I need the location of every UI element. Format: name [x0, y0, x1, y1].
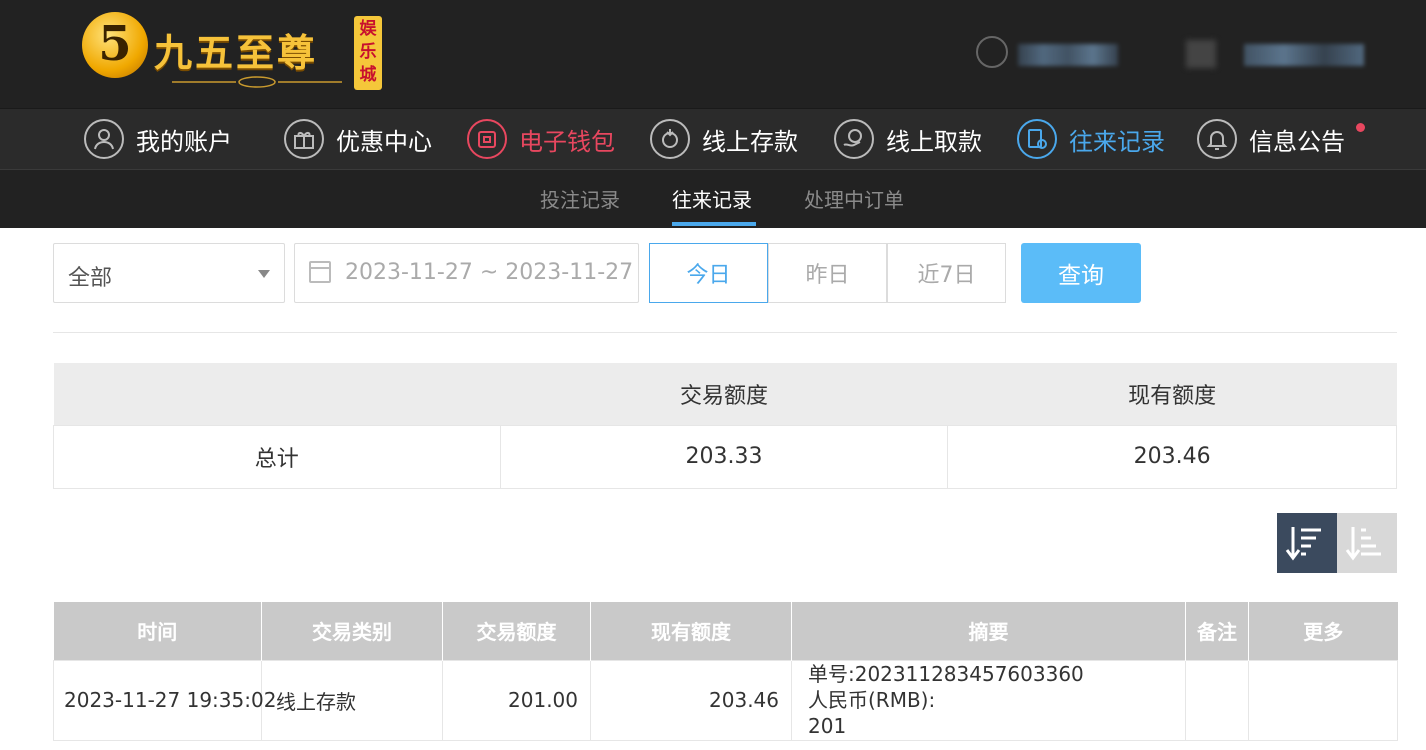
caret-down-icon [258, 270, 270, 278]
summary-table: 交易额度 现有额度 总计 203.33 203.46 [53, 363, 1397, 489]
nav-item-label: 往来记录 [1069, 127, 1165, 156]
logo-text: 九五至尊 [154, 30, 319, 75]
nav-item-promotions[interactable]: 优惠中心 [284, 117, 432, 161]
summary-current-balance: 203.46 [947, 424, 1397, 489]
blurred-avatar [1186, 40, 1216, 68]
wallet-icon [467, 119, 507, 159]
nav-item-my-account[interactable]: 我的账户 [84, 117, 232, 161]
calendar-icon [309, 261, 331, 283]
site-header: 5 九五至尊 娱乐城 [0, 0, 1426, 108]
deposit-icon [650, 119, 690, 159]
records-header-row: 时间 交易类别 交易额度 现有额度 摘要 备注 更多 [53, 602, 1398, 660]
sort-descending-button[interactable] [1277, 513, 1337, 573]
category-select-value: 全部 [68, 266, 113, 291]
sort-descending-icon [1285, 527, 1321, 561]
col-header-balance: 现有额度 [590, 602, 792, 660]
cell-balance: 203.46 [590, 659, 792, 741]
sort-ascending-icon [1345, 527, 1381, 561]
date-range-value: 2023-11-27 ~ 2023-11-27 [345, 260, 634, 285]
cell-note [1185, 659, 1249, 741]
gift-icon [284, 119, 324, 159]
logo-badge: 5 [82, 12, 148, 78]
nav-item-label: 线上取款 [886, 127, 982, 156]
col-header-time[interactable]: 时间 [53, 602, 262, 660]
subtab-transaction-records[interactable]: 往来记录 [672, 184, 752, 213]
cell-summary: 单号:202311283457603360 人民币(RMB): 201 [791, 659, 1186, 741]
user-info[interactable] [976, 36, 1366, 70]
summary-value: 201 [808, 714, 847, 738]
nav-item-e-wallet[interactable]: 电子钱包 [467, 117, 615, 161]
logo-badge-digit: 5 [98, 16, 132, 72]
sort-ascending-button[interactable] [1337, 513, 1397, 573]
summary-header-blank [53, 363, 501, 425]
nav-item-online-withdraw[interactable]: 线上取款 [834, 117, 982, 161]
blurred-balance [1244, 44, 1364, 66]
table-row: 2023-11-27 19:35:02 线上存款 201.00 203.46 单… [53, 659, 1398, 741]
col-header-more: 更多 [1248, 602, 1398, 660]
summary-label: 总计 [53, 424, 501, 489]
quick-yesterday-button[interactable]: 昨日 [768, 243, 887, 303]
notification-dot [1356, 123, 1365, 132]
quick-today-button[interactable]: 今日 [649, 243, 768, 303]
nav-item-transaction-records[interactable]: 往来记录 [1017, 117, 1165, 161]
cell-more[interactable] [1248, 659, 1398, 741]
col-header-note: 备注 [1185, 602, 1249, 660]
nav-item-label: 电子钱包 [519, 127, 615, 156]
blurred-username [1018, 44, 1118, 66]
summary-header-transaction-amount: 交易额度 [500, 363, 948, 425]
col-header-summary: 摘要 [791, 602, 1186, 660]
cell-type: 线上存款 [261, 659, 443, 741]
date-range-input[interactable]: 2023-11-27 ~ 2023-11-27 [294, 243, 639, 303]
user-avatar-icon [976, 36, 1008, 68]
nav-item-label: 线上存款 [702, 127, 798, 156]
col-header-type: 交易类别 [261, 602, 443, 660]
nav-item-label: 我的账户 [136, 127, 232, 156]
user-icon [84, 119, 124, 159]
nav-item-label: 信息公告 [1249, 127, 1345, 156]
logo-ornament-icon [172, 76, 342, 88]
summary-row: 总计 203.33 203.46 [53, 424, 1397, 489]
sub-nav: 投注记录 往来记录 处理中订单 [0, 170, 1426, 228]
summary-transaction-amount: 203.33 [499, 424, 949, 489]
category-select[interactable]: 全部 [53, 243, 285, 303]
col-header-amount: 交易额度 [442, 602, 591, 660]
summary-header-current-balance: 现有额度 [947, 363, 1397, 425]
bell-icon [1197, 119, 1237, 159]
logo-tag: 娱乐城 [354, 16, 382, 90]
divider [53, 332, 1397, 333]
active-tab-indicator [672, 222, 756, 226]
nav-item-label: 优惠中心 [336, 127, 432, 156]
nav-item-announcements[interactable]: 信息公告 [1197, 117, 1345, 161]
site-logo[interactable]: 5 九五至尊 娱乐城 [82, 12, 382, 92]
query-button[interactable]: 查询 [1021, 243, 1141, 303]
subtab-bet-records[interactable]: 投注记录 [540, 184, 620, 213]
summary-order-number: 单号:202311283457603360 [808, 662, 1084, 686]
main-nav: 我的账户 优惠中心 电子钱包 线上存款 线上取款 往来记录 信息公告 [0, 108, 1426, 170]
cell-time: 2023-11-27 19:35:02 [53, 659, 276, 741]
subtab-pending-orders[interactable]: 处理中订单 [804, 184, 904, 213]
logo-tag-text: 娱乐城 [359, 19, 377, 85]
cell-amount: 201.00 [442, 659, 591, 741]
quick-last7days-button[interactable]: 近7日 [887, 243, 1006, 303]
withdraw-icon [834, 119, 874, 159]
records-icon [1017, 119, 1057, 159]
nav-item-online-deposit[interactable]: 线上存款 [650, 117, 798, 161]
summary-currency: 人民币(RMB): [808, 688, 936, 712]
records-table: 时间 交易类别 交易额度 现有额度 摘要 备注 更多 2023-11-27 19… [53, 602, 1398, 741]
